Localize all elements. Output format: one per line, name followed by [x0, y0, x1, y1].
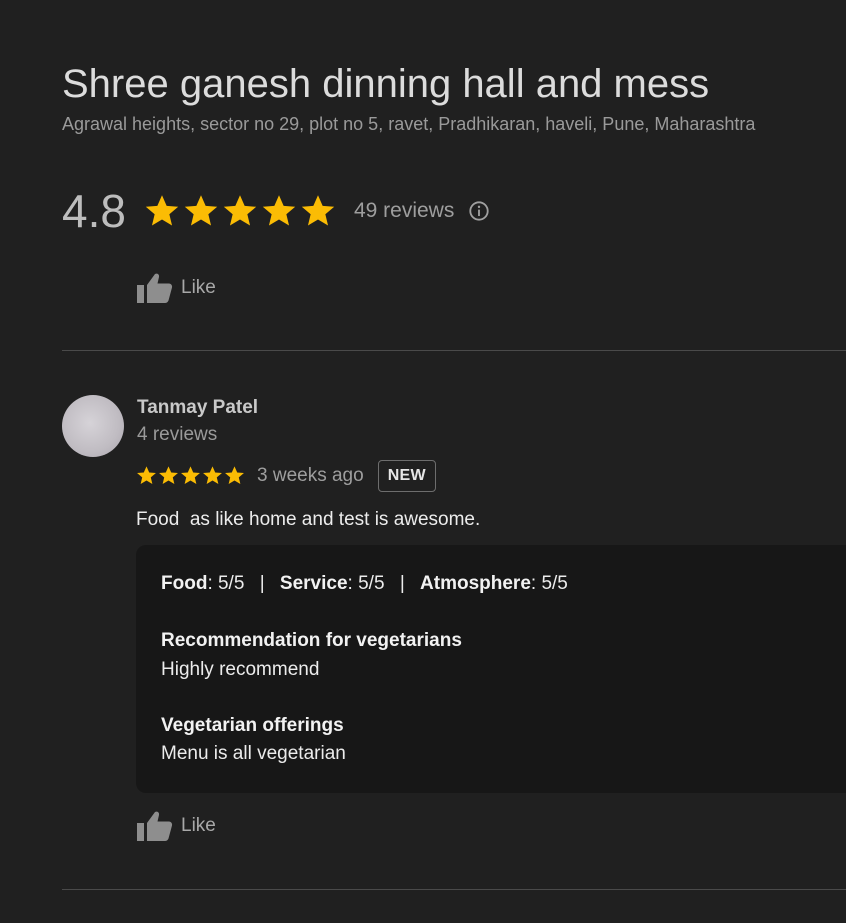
reviewer-review-count: 4 reviews: [137, 424, 218, 445]
review-time: 3 weeks ago: [257, 464, 364, 486]
question-title: Recommendation for vegetarians: [161, 630, 462, 651]
star-icon: [301, 195, 335, 226]
star-icon: [203, 466, 222, 484]
question-title: Vegetarian offerings: [161, 715, 344, 736]
reviews-count-link[interactable]: 49 reviews: [354, 199, 454, 223]
star-icon: [223, 195, 257, 226]
rating-value: 4.8: [62, 185, 126, 237]
star-icon: [145, 195, 179, 226]
new-badge: NEW: [377, 459, 436, 492]
like-label: Like: [181, 815, 216, 836]
star-icon: [181, 466, 200, 484]
thumbs-up-icon: [137, 811, 173, 841]
divider: [62, 350, 846, 351]
review-attributes: Food: 5/5 | Service: 5/5 | Atmosphere: 5…: [161, 573, 568, 595]
attribute-separator: |: [399, 573, 405, 594]
review-stars: [136, 465, 245, 486]
like-label: Like: [181, 277, 216, 298]
review-text: Food as like home and test is awesome.: [136, 509, 481, 530]
question-answer: Menu is all vegetarian: [161, 743, 346, 764]
attribute-value: : 5/5: [347, 573, 385, 594]
thumbs-up-icon: [137, 273, 173, 303]
like-button-review[interactable]: Like: [136, 810, 216, 842]
attribute-separator: |: [259, 573, 265, 594]
divider: [62, 889, 846, 890]
star-icon: [137, 466, 156, 484]
attribute-value: : 5/5: [207, 573, 245, 594]
question-answer: Highly recommend: [161, 659, 320, 680]
rating-summary: 4.8 49 reviews: [62, 183, 490, 239]
reviewer-name[interactable]: Tanmay Patel: [137, 397, 258, 419]
review-meta: 3 weeks ago NEW: [136, 459, 436, 492]
attribute-label: Food: [161, 573, 208, 594]
attribute-label: Service: [279, 573, 348, 594]
star-icon: [159, 466, 178, 484]
attribute-value: : 5/5: [530, 573, 568, 594]
star-icon: [225, 466, 244, 484]
place-reviews-panel: Shree ganesh dinning hall and mess Agraw…: [0, 0, 846, 923]
review-details: Food: 5/5 | Service: 5/5 | Atmosphere: 5…: [136, 545, 846, 793]
place-title: Shree ganesh dinning hall and mess: [62, 62, 710, 106]
star-icon: [184, 195, 218, 226]
rating-stars: [144, 193, 336, 229]
like-button-place[interactable]: Like: [136, 272, 216, 304]
star-icon: [262, 195, 296, 226]
place-address: Agrawal heights, sector no 29, plot no 5…: [62, 114, 756, 134]
info-icon[interactable]: [468, 200, 490, 222]
avatar[interactable]: [62, 395, 124, 457]
attribute-label: Atmosphere: [420, 573, 531, 594]
